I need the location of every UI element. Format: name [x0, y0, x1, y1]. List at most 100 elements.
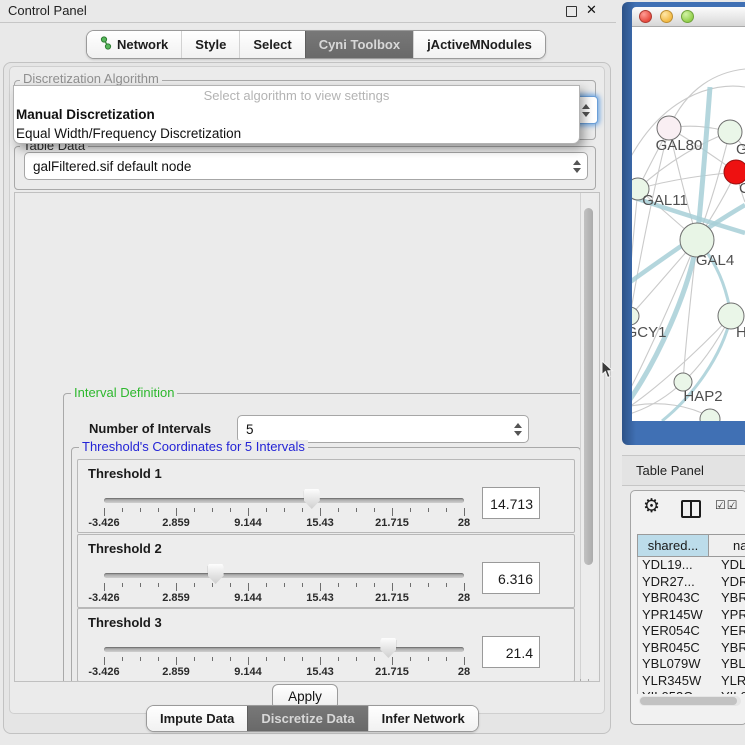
network-edge[interactable]: [632, 128, 669, 316]
tab-discretize-data[interactable]: Discretize Data: [247, 706, 367, 731]
table-row[interactable]: YBR043CYBR0: [638, 590, 745, 607]
table-header-row: shared... na: [637, 534, 745, 557]
slider-thumb[interactable]: [208, 564, 224, 584]
table-hscrollbar-thumb[interactable]: [640, 697, 737, 705]
number-of-intervals-value: 5: [238, 422, 514, 437]
cell-shared-name: YIL052C: [638, 689, 708, 694]
slider-track[interactable]: [104, 573, 464, 578]
network-view-canvas[interactable]: GAL80GACGAL11GAL4GCY1HHAP2: [632, 27, 745, 421]
mouse-cursor-icon: [601, 360, 614, 384]
network-node-label: GAL80: [656, 137, 703, 154]
slider-thumb[interactable]: [380, 638, 396, 658]
tab-select[interactable]: Select: [239, 31, 304, 58]
tab-jactivemnodules[interactable]: jActiveMNodules: [413, 31, 545, 58]
cell-shared-name: YPR145W: [638, 607, 708, 624]
threshold-value-field[interactable]: 21.4: [482, 636, 540, 668]
cell-shared-name: YDR27...: [638, 574, 708, 591]
table-data-selected-value: galFiltered.sif default node: [25, 159, 573, 174]
network-node-label: GAL4: [696, 252, 734, 269]
threshold-panel-3: Threshold 3-3.4262.8599.14415.4321.71528…: [77, 608, 575, 682]
cell-shared-name: YBR043C: [638, 590, 708, 607]
table-row[interactable]: YBL079WYBL0: [638, 656, 745, 673]
table-row[interactable]: YDL19...YDL1: [638, 557, 745, 574]
checkbox-icons[interactable]: ☑☑: [715, 498, 739, 512]
network-node[interactable]: [700, 409, 720, 421]
network-edge[interactable]: [632, 240, 697, 397]
tab-infer-network[interactable]: Infer Network: [368, 706, 478, 731]
threshold-panel-1: Threshold 1-3.4262.8599.14415.4321.71528…: [77, 459, 575, 533]
screen: Control Panel ✕ NetworkStyleSelectCyni T…: [0, 0, 745, 745]
network-node-label: GCY1: [632, 324, 666, 341]
top-tab-bar: Network Style Select Cyni Toolbox jActiveMNo…: [86, 30, 546, 59]
table-row[interactable]: YDR27...YDR2: [638, 574, 745, 591]
columns-icon[interactable]: [681, 500, 701, 518]
algorithm-option-equal-width-frequency-discretization[interactable]: Equal Width/Frequency Discretization: [14, 124, 579, 143]
network-node-label: H: [736, 324, 745, 341]
table-row[interactable]: YER054CYER0: [638, 623, 745, 640]
table-panel-box: ⚙ ☑☑ shared... na YDL19...YDL1YDR27...YD…: [630, 490, 745, 725]
tab-label: Network: [117, 37, 168, 52]
network-node-label: GA: [736, 141, 745, 158]
tab-label: Select: [253, 37, 291, 52]
spinner-arrows-icon: [582, 104, 590, 117]
cell-name: YER0: [708, 623, 745, 640]
settings-scrollbar-thumb[interactable]: [584, 208, 593, 565]
algorithm-popup-hint: Select algorithm to view settings: [14, 86, 579, 105]
cell-name: YBL0: [708, 656, 745, 673]
slider-track[interactable]: [104, 647, 464, 652]
zoom-traffic-light-icon[interactable]: [681, 10, 694, 23]
slider-thumb[interactable]: [304, 489, 320, 509]
slider-scale-labels: -3.4262.8599.14415.4321.71528: [104, 592, 464, 605]
threshold-value-field[interactable]: 6.316: [482, 562, 540, 594]
interval-definition-title: Interval Definition: [71, 386, 177, 400]
table-row[interactable]: YIL052CYIL0: [638, 689, 745, 694]
tab-impute-data[interactable]: Impute Data: [147, 706, 247, 731]
table-panel-titlebar: Table Panel: [622, 455, 745, 486]
tab-label: Cyni Toolbox: [319, 37, 400, 52]
cell-shared-name: YBL079W: [638, 656, 708, 673]
network-edge[interactable]: [638, 172, 736, 189]
network-window-titlebar: [632, 7, 745, 27]
algorithm-option-manual-discretization[interactable]: Manual Discretization: [14, 105, 579, 124]
cell-name: YDL1: [708, 557, 745, 574]
settings-vertical-scrollbar[interactable]: [580, 193, 597, 679]
slider-track[interactable]: [104, 498, 464, 503]
algorithm-dropdown-popup: Select algorithm to view settings Manual…: [13, 85, 580, 144]
tab-style[interactable]: Style: [181, 31, 239, 58]
algorithm-popup-options: Manual DiscretizationEqual Width/Frequen…: [14, 105, 579, 143]
table-data-combobox[interactable]: galFiltered.sif default node: [24, 152, 588, 180]
tab-label: Impute Data: [160, 711, 234, 726]
table-row[interactable]: YBR045CYBR0: [638, 640, 745, 657]
slider-scale-labels: -3.4262.8599.14415.4321.71528: [104, 666, 464, 679]
close-traffic-light-icon[interactable]: [639, 10, 652, 23]
tab-label: Style: [195, 37, 226, 52]
table-horizontal-scrollbar[interactable]: [639, 696, 741, 706]
tab-cyni-toolbox[interactable]: Cyni Toolbox: [305, 31, 413, 58]
column-header-shared[interactable]: shared...: [638, 535, 709, 556]
threshold-value-field[interactable]: 14.713: [482, 487, 540, 519]
table-row[interactable]: YPR145WYPR1: [638, 607, 745, 624]
slider-scale-labels: -3.4262.8599.14415.4321.71528: [104, 517, 464, 530]
network-icon: [100, 36, 112, 53]
float-window-icon[interactable]: [566, 6, 577, 17]
settings-scrollpane: Interval Definition Number of Intervals …: [14, 192, 600, 682]
table-row[interactable]: YLR345WYLR3: [638, 673, 745, 690]
network-node-label: HAP2: [683, 388, 722, 405]
cell-name: YPR1: [708, 607, 745, 624]
cell-name: YDR2: [708, 574, 745, 591]
table-panel-title: Table Panel: [636, 463, 704, 478]
close-icon[interactable]: ✕: [586, 2, 597, 18]
thresholds-title: Threshold's Coordinates for 5 Intervals: [79, 440, 308, 454]
tab-network[interactable]: Network: [87, 31, 181, 58]
column-header-name[interactable]: na: [709, 535, 745, 556]
tab-label: jActiveMNodules: [427, 37, 532, 52]
table-rows: YDL19...YDL1YDR27...YDR2YBR043CYBR0YPR14…: [637, 557, 745, 694]
cell-name: YBR0: [708, 640, 745, 657]
minimize-traffic-light-icon[interactable]: [660, 10, 673, 23]
spinner-arrows-icon: [514, 423, 528, 436]
number-of-intervals-label: Number of Intervals: [89, 421, 211, 436]
cell-shared-name: YDL19...: [638, 557, 708, 574]
settings-gear-icon[interactable]: ⚙: [643, 495, 660, 518]
network-node-gcy1[interactable]: [632, 307, 639, 325]
tab-label: Discretize Data: [261, 711, 354, 726]
